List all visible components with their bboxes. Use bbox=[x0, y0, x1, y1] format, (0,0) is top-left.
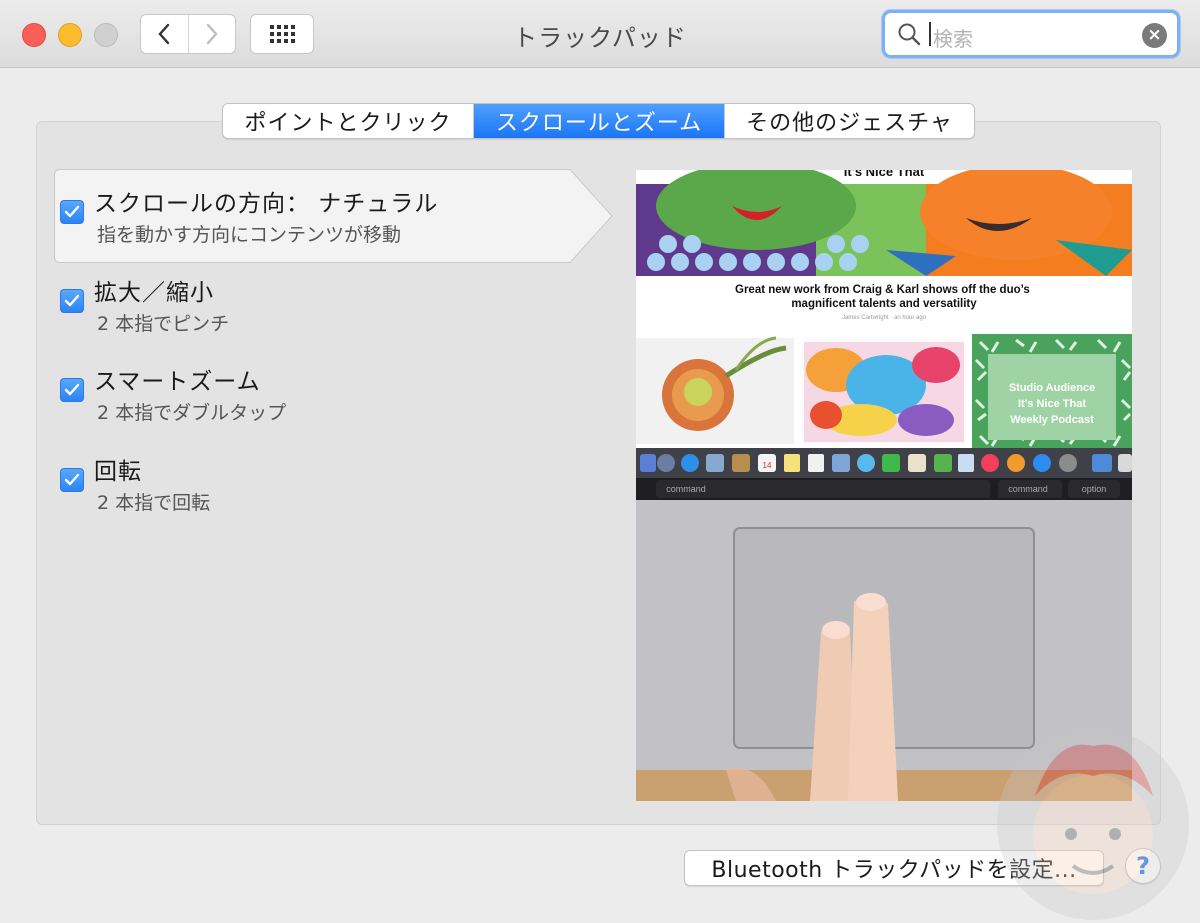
search-icon bbox=[898, 23, 921, 46]
text-cursor bbox=[929, 22, 931, 46]
title-bar: トラックパッド 検索 × bbox=[0, 0, 1200, 68]
preview-illustration: It's Nice That Great new work from Craig… bbox=[636, 170, 1132, 801]
preview-byline: James Cartwright · an hour ago bbox=[842, 315, 927, 321]
checkmark-icon bbox=[64, 205, 80, 218]
podcast-line-1: Studio Audience bbox=[1009, 382, 1095, 394]
podcast-line-2: It's Nice That bbox=[1018, 398, 1086, 410]
option-subtitle: 2 本指でピンチ bbox=[97, 313, 230, 335]
checkbox-scroll-direction[interactable] bbox=[60, 200, 84, 224]
key-command-right: command bbox=[1008, 484, 1048, 494]
key-command-left: command bbox=[666, 484, 706, 494]
tab-point-and-click[interactable]: ポイントとクリック bbox=[223, 104, 473, 138]
tab-scroll-and-zoom[interactable]: スクロールとズーム bbox=[473, 104, 724, 138]
checkmark-icon bbox=[64, 383, 80, 396]
option-zoom[interactable]: 拡大／縮小 2 本指でピンチ bbox=[60, 257, 600, 337]
calendar-day: 14 bbox=[763, 461, 772, 470]
watermark-logo bbox=[997, 728, 1189, 920]
option-rotate[interactable]: 回転 2 本指で回転 bbox=[60, 436, 600, 516]
clear-search-icon[interactable]: × bbox=[1142, 23, 1167, 48]
site-header-text: It's Nice That bbox=[844, 170, 925, 179]
option-smart-zoom[interactable]: スマートズーム 2 本指でダブルタップ bbox=[60, 346, 600, 426]
gesture-preview-video: It's Nice That Great new work from Craig… bbox=[636, 170, 1132, 801]
option-title: スマートズーム bbox=[94, 369, 261, 395]
key-option: option bbox=[1082, 484, 1107, 494]
option-title: 回転 bbox=[94, 459, 142, 485]
checkbox-smart-zoom[interactable] bbox=[60, 378, 84, 402]
checkbox-rotate[interactable] bbox=[60, 468, 84, 492]
option-subtitle: 2 本指で回転 bbox=[97, 492, 211, 514]
option-scroll-direction[interactable]: スクロールの方向： ナチュラル 指を動かす方向にコンテンツが移動 bbox=[60, 168, 600, 248]
podcast-line-3: Weekly Podcast bbox=[1010, 414, 1094, 426]
option-subtitle: 2 本指でダブルタップ bbox=[97, 402, 287, 424]
checkbox-zoom[interactable] bbox=[60, 289, 84, 313]
option-title: スクロールの方向： ナチュラル bbox=[94, 191, 439, 217]
checkmark-icon bbox=[64, 473, 80, 486]
search-placeholder: 検索 bbox=[933, 27, 973, 51]
option-subtitle: 指を動かす方向にコンテンツが移動 bbox=[97, 224, 402, 246]
checkmark-icon bbox=[64, 294, 80, 307]
tab-more-gestures[interactable]: その他のジェスチャ bbox=[724, 104, 974, 138]
search-field[interactable]: 検索 × bbox=[882, 10, 1180, 58]
watercolor-thumbnail bbox=[804, 342, 964, 442]
tab-bar: ポイントとクリック スクロールとズーム その他のジェスチャ bbox=[222, 103, 975, 139]
option-title: 拡大／縮小 bbox=[94, 280, 214, 306]
